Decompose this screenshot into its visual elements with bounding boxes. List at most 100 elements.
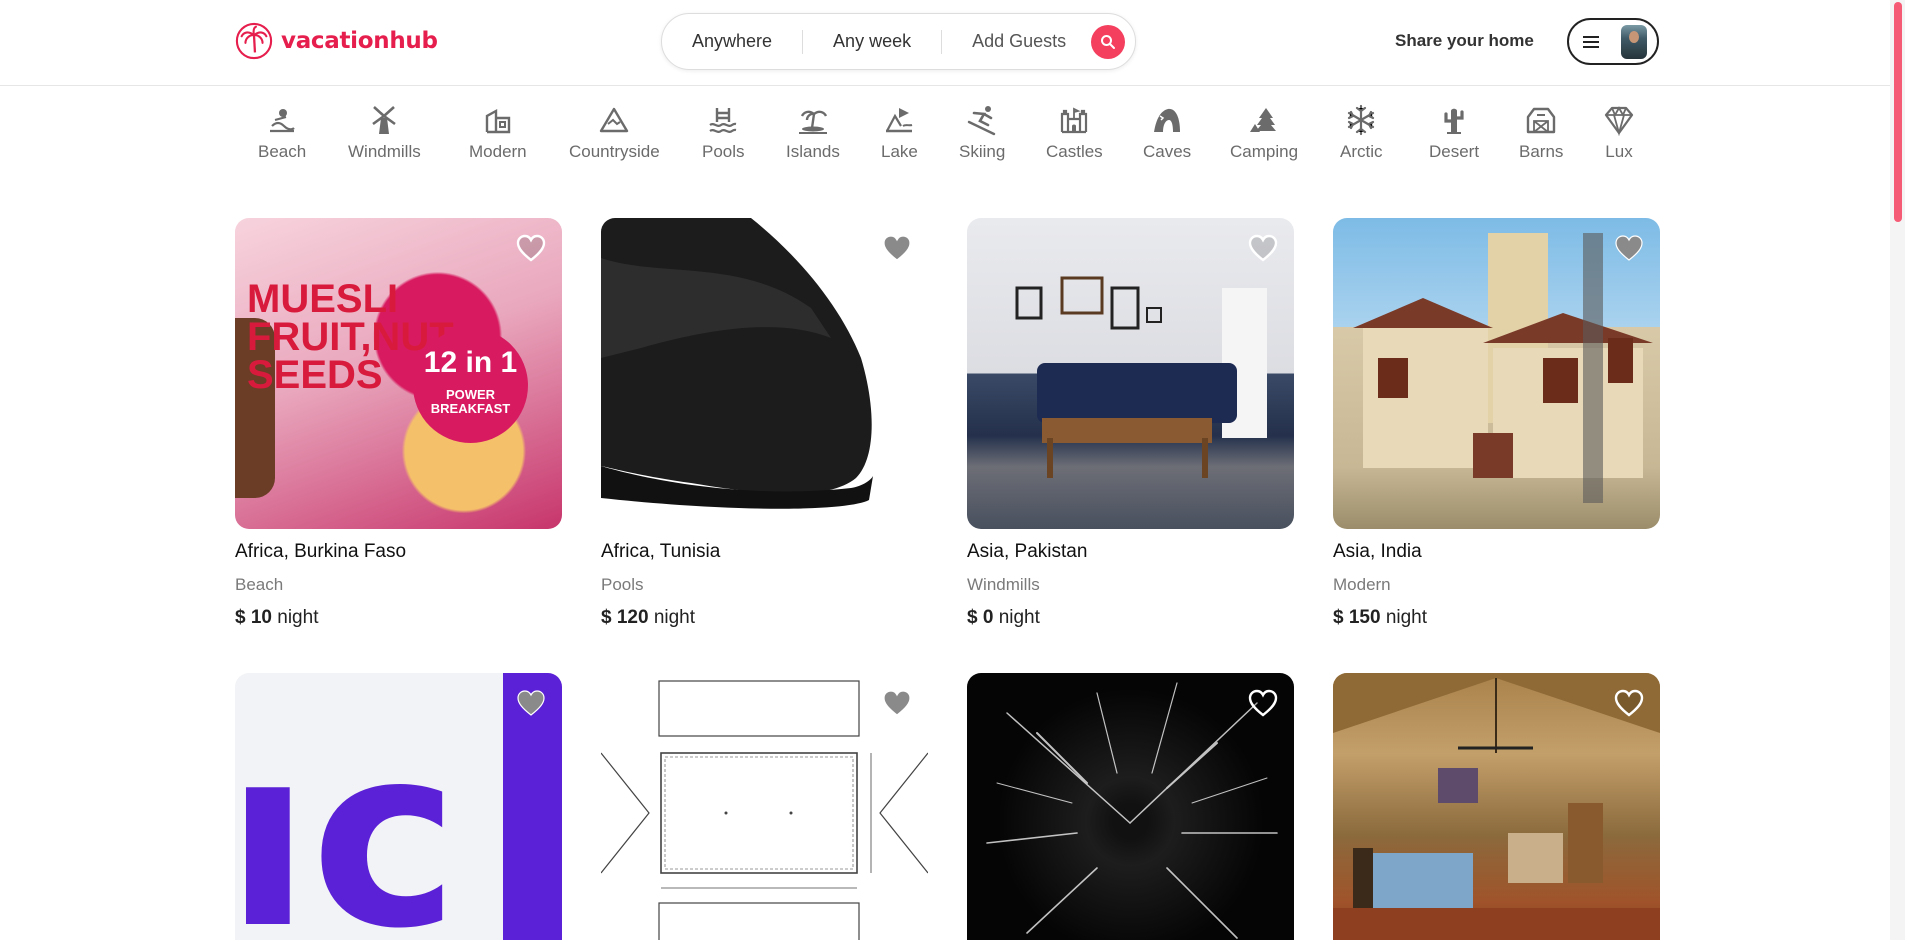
category-label: Caves (1143, 142, 1192, 161)
diamond-icon (1604, 106, 1634, 136)
favorite-heart-icon[interactable] (1614, 689, 1644, 717)
price-unit: night (653, 607, 696, 628)
logo-letters: ıc (235, 692, 459, 940)
package-badge: 12 in 1 POWER BREAKFAST (413, 328, 528, 443)
user-menu-button[interactable] (1567, 18, 1659, 65)
price-unit: night (277, 607, 319, 628)
search-button[interactable] (1091, 25, 1125, 59)
listing-card[interactable] (967, 673, 1294, 940)
ski-icon (967, 106, 996, 136)
category-caves[interactable]: Caves (1143, 104, 1191, 162)
beach-icon (270, 109, 295, 133)
category-lux[interactable]: Lux (1603, 104, 1635, 162)
listing-card[interactable]: Asia, Pakistan Windmills $ 0 night (967, 218, 1294, 629)
price-unit: night (998, 607, 1040, 628)
price-amount: $ 10 (235, 607, 272, 628)
listing-image[interactable] (967, 218, 1294, 529)
category-beach[interactable]: Beach (258, 104, 306, 162)
search-when[interactable]: Any week (803, 31, 941, 52)
category-label: Castles (1046, 142, 1103, 161)
listing-card[interactable]: ıc (235, 673, 562, 940)
scrollbar-thumb[interactable] (1894, 2, 1902, 222)
category-label: Pools (702, 142, 745, 161)
category-pools[interactable]: Pools (702, 104, 745, 162)
favorite-heart-icon[interactable] (882, 234, 912, 262)
listing-location: Asia, Pakistan (967, 541, 1088, 562)
category-castles[interactable]: Castles (1046, 104, 1103, 162)
menu-icon (1583, 33, 1599, 51)
hut-interior-shape (1333, 673, 1660, 940)
brand-name: vacationhub (281, 28, 438, 54)
listing-category: Modern (1333, 575, 1391, 594)
badge-text: 12 in 1 (423, 346, 518, 379)
listing-category: Pools (601, 575, 644, 594)
category-modern[interactable]: Modern (469, 104, 527, 162)
category-islands[interactable]: Islands (786, 104, 840, 162)
listing-category: Windmills (967, 575, 1040, 594)
pool-icon (709, 108, 737, 133)
page-scrollbar[interactable] (1890, 0, 1905, 940)
listing-price: $ 0 night (967, 607, 1294, 629)
listing-image[interactable] (601, 218, 928, 529)
search-icon (1101, 35, 1115, 49)
listing-price: $ 120 night (601, 607, 928, 629)
favorite-heart-icon[interactable] (516, 234, 546, 262)
listing-card[interactable]: Africa, Tunisia Pools $ 120 night (601, 218, 928, 629)
listing-card[interactable] (601, 673, 928, 940)
price-amount: $ 120 (601, 607, 649, 628)
island-icon (798, 110, 828, 134)
favorite-heart-icon[interactable] (1614, 234, 1644, 262)
category-countryside[interactable]: Countryside (569, 104, 660, 162)
listing-image[interactable]: ıc (235, 673, 562, 940)
mountain-icon (600, 107, 629, 133)
price-amount: $ 150 (1333, 607, 1381, 628)
category-label: Lux (1605, 142, 1633, 161)
favorite-heart-icon[interactable] (882, 689, 912, 717)
modern-icon (485, 108, 511, 134)
category-bar: Beach Windmills Modern Countryside Pools… (0, 86, 1890, 186)
category-label: Arctic (1340, 142, 1383, 161)
sandal-shape (601, 218, 873, 509)
brand-logo[interactable]: vacationhub (235, 22, 438, 60)
listing-image[interactable] (1333, 218, 1660, 529)
top-navbar: vacationhub Anywhere Any week Add Guests… (0, 0, 1890, 86)
listing-card[interactable]: Asia, India Modern $ 150 night (1333, 218, 1660, 629)
favorite-heart-icon[interactable] (516, 689, 546, 717)
listing-card[interactable]: MUESLI FRUIT,NUT SEEDS 12 in 1 POWER BRE… (235, 218, 562, 629)
listing-card[interactable] (1333, 673, 1660, 940)
listing-location: Africa, Tunisia (601, 541, 721, 562)
share-home-link[interactable]: Share your home (1395, 31, 1534, 51)
listing-image[interactable] (967, 673, 1294, 940)
snowflake-icon (1348, 104, 1375, 136)
search-where[interactable]: Anywhere (662, 31, 802, 52)
category-skiing[interactable]: Skiing (959, 104, 1005, 162)
search-guests[interactable]: Add Guests (942, 31, 1096, 52)
favorite-heart-icon[interactable] (1248, 689, 1278, 717)
category-windmills[interactable]: Windmills (348, 104, 421, 162)
category-desert[interactable]: Desert (1429, 104, 1479, 162)
lake-icon (886, 108, 913, 133)
category-barns[interactable]: Barns (1519, 104, 1563, 162)
cave-icon (1154, 108, 1181, 132)
listing-location: Asia, India (1333, 541, 1422, 562)
category-label: Countryside (569, 142, 660, 161)
category-arctic[interactable]: Arctic (1340, 104, 1383, 162)
listing-image[interactable] (601, 673, 928, 940)
listing-price: $ 10 night (235, 607, 562, 629)
price-amount: $ 0 (967, 607, 994, 628)
favorite-heart-icon[interactable] (1248, 234, 1278, 262)
listing-location: Africa, Burkina Faso (235, 541, 407, 562)
barn-icon (1527, 107, 1556, 134)
category-label: Windmills (348, 142, 421, 161)
listing-image[interactable] (1333, 673, 1660, 940)
windmill-icon (372, 106, 397, 134)
listing-image[interactable]: MUESLI FRUIT,NUT SEEDS 12 in 1 POWER BRE… (235, 218, 562, 529)
starfield-shape (986, 682, 1278, 939)
search-bar[interactable]: Anywhere Any week Add Guests (661, 13, 1136, 70)
price-unit: night (1385, 607, 1428, 628)
category-label: Modern (469, 142, 527, 161)
category-lake[interactable]: Lake (881, 104, 918, 162)
badge-subtext: POWER BREAKFAST (430, 387, 511, 417)
category-camping[interactable]: Camping (1230, 104, 1298, 162)
camping-icon (1250, 108, 1277, 132)
